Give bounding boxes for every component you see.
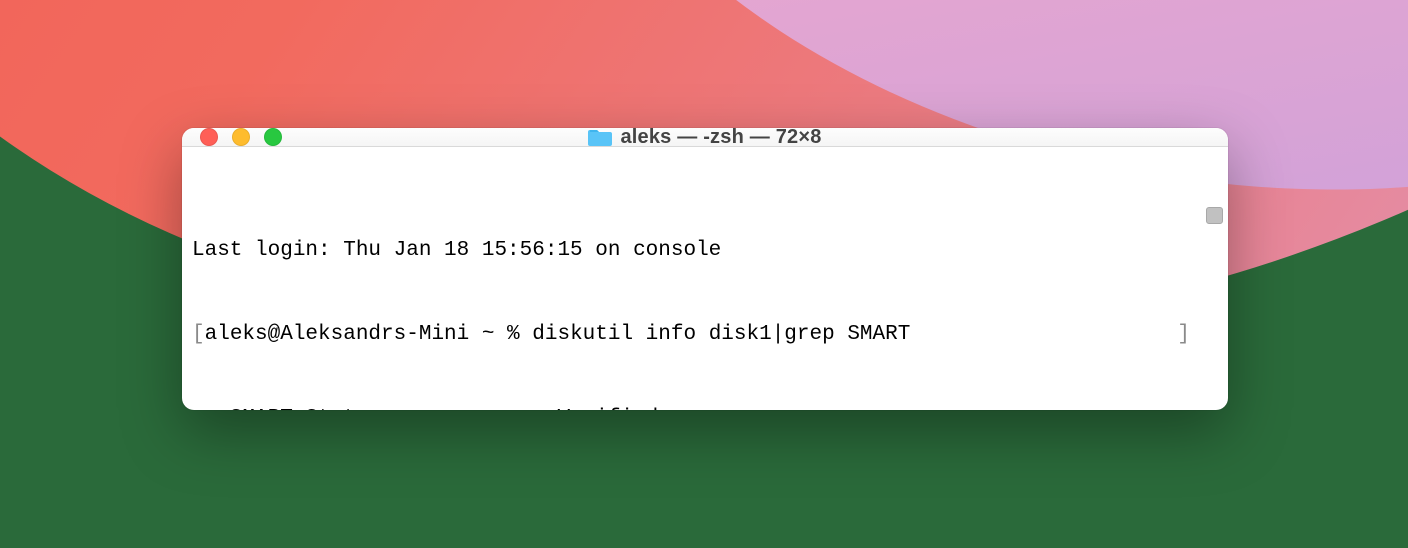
- scrollbar-thumb[interactable]: [1206, 207, 1223, 224]
- terminal-output-1: SMART Status: Verified: [192, 405, 1218, 410]
- title-center: aleks — -zsh — 72×8: [182, 128, 1228, 149]
- terminal-command-1: diskutil info disk1|grep SMART: [532, 323, 910, 346]
- bracket-close: ]: [1177, 321, 1190, 349]
- terminal-body[interactable]: Last login: Thu Jan 18 15:56:15 on conso…: [182, 147, 1228, 410]
- bracket-open: [: [192, 323, 205, 346]
- terminal-window: aleks — -zsh — 72×8 Last login: Thu Jan …: [182, 128, 1228, 410]
- minimize-button[interactable]: [232, 128, 250, 146]
- terminal-prompt-1: aleks@Aleksandrs-Mini ~ %: [205, 323, 533, 346]
- folder-icon: [588, 128, 612, 147]
- terminal-last-login: Last login: Thu Jan 18 15:56:15 on conso…: [192, 237, 1218, 265]
- window-title: aleks — -zsh — 72×8: [620, 128, 821, 149]
- close-button[interactable]: [200, 128, 218, 146]
- titlebar[interactable]: aleks — -zsh — 72×8: [182, 128, 1228, 147]
- traffic-lights: [200, 128, 282, 146]
- maximize-button[interactable]: [264, 128, 282, 146]
- terminal-command-line: [aleks@Aleksandrs-Mini ~ % diskutil info…: [192, 321, 1218, 349]
